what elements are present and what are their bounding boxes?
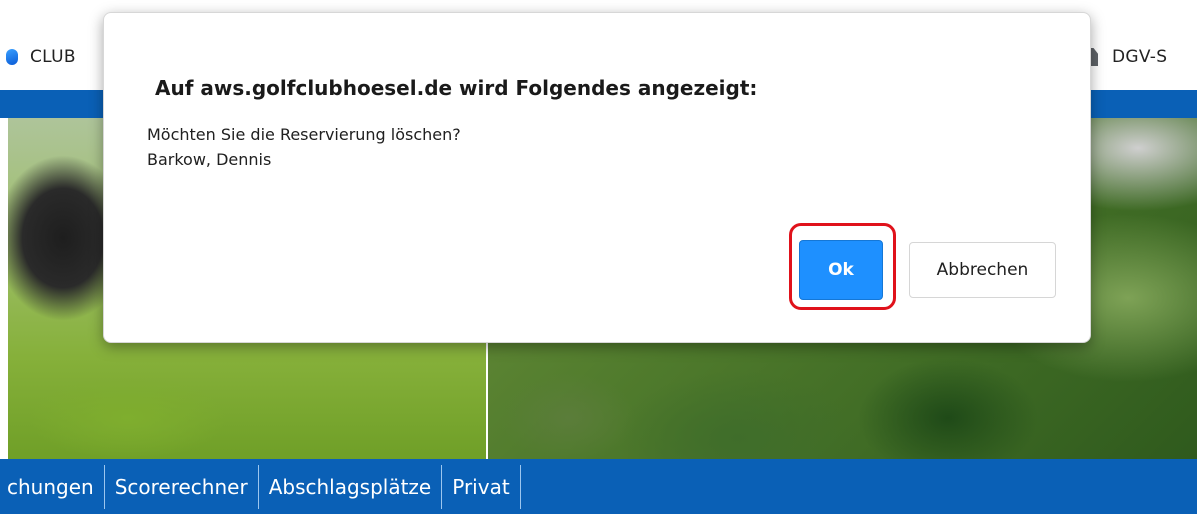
bookmark-club-label: CLUB bbox=[30, 47, 76, 67]
nav-item-privat[interactable]: Privat bbox=[444, 459, 517, 514]
main-nav: chungen Scorerechner Abschlagsplätze Pri… bbox=[0, 459, 1197, 514]
dialog-message-line2: Barkow, Dennis bbox=[147, 150, 272, 169]
dialog-message: Möchten Sie die Reservierung löschen? Ba… bbox=[147, 122, 461, 172]
nav-separator bbox=[103, 464, 105, 509]
dialog-message-line1: Möchten Sie die Reservierung löschen? bbox=[147, 125, 461, 144]
nav-separator bbox=[257, 464, 259, 509]
club-icon bbox=[6, 49, 18, 65]
dialog-title: Auf aws.golfclubhoesel.de wird Folgendes… bbox=[155, 76, 758, 100]
cancel-button[interactable]: Abbrechen bbox=[909, 242, 1056, 298]
nav-item-buchungen[interactable]: chungen bbox=[7, 459, 102, 514]
browser-viewport: CLUB DGV-S chungen Scorerechner Abschlag… bbox=[0, 0, 1197, 514]
confirm-dialog: Auf aws.golfclubhoesel.de wird Folgendes… bbox=[103, 12, 1091, 343]
ok-button[interactable]: Ok bbox=[799, 240, 883, 300]
bookmark-club[interactable]: CLUB bbox=[6, 44, 76, 70]
bookmark-dgv-label: DGV-S bbox=[1112, 47, 1168, 67]
nav-item-abschlagsplaetze[interactable]: Abschlagsplätze bbox=[261, 459, 440, 514]
nav-separator bbox=[441, 464, 443, 509]
bookmark-dgv[interactable]: DGV-S bbox=[1084, 44, 1167, 70]
nav-item-scorerechner[interactable]: Scorerechner bbox=[107, 459, 256, 514]
nav-separator bbox=[519, 464, 521, 509]
